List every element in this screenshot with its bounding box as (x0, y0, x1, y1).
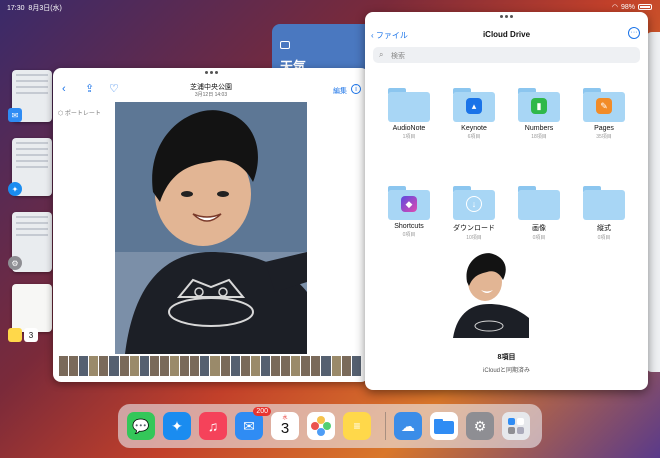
mail-app[interactable]: ✉ 200 (235, 407, 271, 440)
child-photo-illustration (115, 102, 307, 354)
photo-filmstrip[interactable] (59, 356, 361, 376)
battery-percent: 98% (620, 3, 635, 11)
folder-icon (518, 186, 560, 220)
item-count: 8項目 (497, 354, 516, 361)
gear-icon: ⚙ (8, 256, 22, 270)
ipad-screen: 17:30 8月3日(水) ◠ 98% ✉ ✦ ⚙ 3 天気 ‹ ⇪ ♡ 芝浦中… (0, 0, 660, 458)
music-app[interactable]: ♫ (199, 412, 227, 440)
notes-icon (8, 328, 22, 342)
notes-icon: ≡ (353, 419, 361, 433)
folder-item[interactable]: ◆ Shortcuts 0項目 (384, 186, 434, 238)
compass-icon: ✦ (8, 182, 22, 196)
calendar-icon: 3 (24, 328, 38, 342)
sidebar-icon (280, 41, 290, 49)
status-right: ◠ 98% (612, 3, 652, 11)
files-window[interactable]: ‹ ファイル iCloud Drive ··· ⌕ 検索 AudioNote 1… (365, 12, 648, 390)
app-library[interactable] (502, 412, 530, 440)
folder-item[interactable]: ✎ Pages 35項目 (579, 88, 629, 140)
photos-toolbar: ‹ ⇪ ♡ 芝浦中央公園 3月12日 14:03 編集 i (53, 68, 369, 100)
dragged-photo-thumbnail[interactable] (453, 252, 529, 338)
safari-app[interactable]: ✦ (163, 412, 191, 440)
portrait-badge: ⬡ ポートレート (58, 111, 101, 117)
folder-icon (583, 186, 625, 220)
search-input[interactable]: ⌕ 検索 (373, 47, 640, 63)
music-icon: ♫ (207, 418, 219, 434)
mail-icon: ✉ (8, 108, 22, 122)
multitasking-handle[interactable] (500, 15, 514, 18)
photos-app[interactable] (307, 412, 335, 440)
battery-icon (638, 4, 652, 10)
weather-app[interactable]: ☁ (394, 412, 422, 440)
mail-icon: ✉ (243, 417, 255, 434)
app-library-icon (508, 418, 524, 434)
child-photo-thumbnail (453, 252, 529, 338)
photos-icon (311, 416, 331, 436)
folder-item[interactable]: 縦式 0項目 (579, 186, 629, 241)
notes-app[interactable]: ≡ (343, 412, 371, 440)
sync-status: iCloudと同期済み (482, 368, 530, 374)
status-time: 17:30 8月3日(水) (7, 5, 62, 12)
messages-app[interactable]: 💬 (127, 412, 155, 440)
photos-window[interactable]: ‹ ⇪ ♡ 芝浦中央公園 3月12日 14:03 編集 i ⬡ ポートレート (53, 68, 369, 382)
files-title: iCloud Drive (482, 30, 531, 39)
folder-icon (388, 88, 430, 122)
more-options-icon[interactable]: ··· (628, 27, 640, 39)
right-app-card[interactable] (646, 32, 660, 372)
weather-icon: ☁ (401, 417, 415, 434)
numbers-folder-icon: ▮ (518, 88, 560, 122)
edit-button[interactable]: 編集 (333, 86, 347, 96)
folder-item[interactable]: 画像 0項目 (514, 186, 564, 241)
shortcuts-folder-icon: ◆ (388, 186, 430, 220)
calendar-day: 3 (280, 420, 290, 437)
dock: 💬 ✦ ♫ ✉ 200 水 3 ≡ ☁ ⚙ (118, 404, 542, 448)
folder-item[interactable]: AudioNote 1項目 (384, 88, 434, 140)
folder-item[interactable]: ▴ Keynote 6項目 (449, 88, 499, 140)
download-folder-icon: ↓ (453, 186, 495, 220)
dock-separator (385, 412, 386, 440)
mail-badge: 200 (253, 407, 271, 416)
gear-icon: ⚙ (473, 417, 487, 434)
app-thumbnail-notes[interactable] (12, 284, 52, 332)
photo-date: 3月12日 14:03 (194, 92, 228, 98)
compass-icon: ✦ (171, 417, 183, 434)
calendar-app[interactable]: 水 3 (271, 412, 299, 440)
folder-item[interactable]: ▮ Numbers 18項目 (514, 88, 564, 140)
settings-app[interactable]: ⚙ (466, 412, 494, 440)
keynote-folder-icon: ▴ (453, 88, 495, 122)
message-icon: 💬 (132, 417, 150, 434)
wifi-icon: ◠ (611, 4, 618, 11)
portrait-photo (115, 102, 307, 354)
files-app[interactable] (430, 412, 458, 440)
search-icon: ⌕ (379, 50, 384, 59)
folder-icon (434, 419, 454, 434)
info-icon[interactable]: i (351, 84, 361, 94)
pages-folder-icon: ✎ (583, 88, 625, 122)
folder-item[interactable]: ↓ ダウンロード 10項目 (449, 186, 499, 241)
